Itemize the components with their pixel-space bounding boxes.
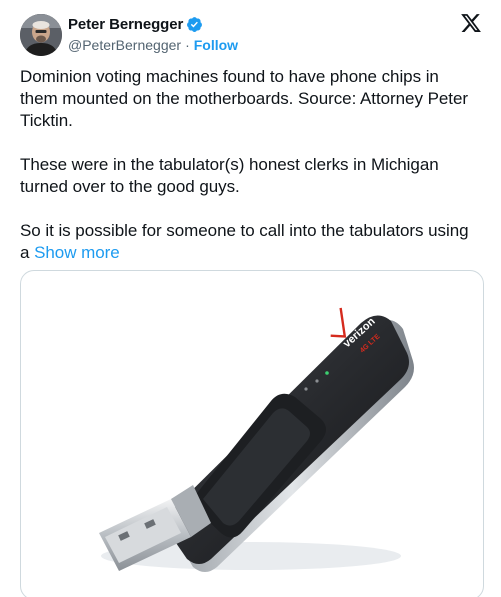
author-block: Peter Bernegger @PeterBernegger · Follow [68, 14, 238, 55]
author-handle[interactable]: @PeterBernegger [68, 37, 181, 53]
x-logo-icon[interactable] [460, 12, 482, 34]
tweet-header: Peter Bernegger @PeterBernegger · Follow [20, 12, 490, 58]
separator-dot: · [185, 37, 190, 53]
tweet-card: Peter Bernegger @PeterBernegger · Follow [0, 0, 501, 597]
tweet-media[interactable]: verizon 4G LTE [20, 270, 484, 597]
follow-button[interactable]: Follow [194, 37, 238, 53]
avatar[interactable] [20, 14, 62, 56]
author-name[interactable]: Peter Bernegger [68, 16, 183, 33]
show-more-link[interactable]: Show more [34, 243, 120, 262]
tweet-paragraph-3: So it is possible for someone to call in… [20, 220, 480, 264]
tweet-text: Dominion voting machines found to have p… [20, 66, 480, 264]
tweet-paragraph-2: These were in the tabulator(s) honest cl… [20, 155, 439, 196]
usb-modem-image: verizon 4G LTE [99, 307, 414, 572]
verified-badge-icon[interactable] [186, 16, 203, 33]
tweet-paragraph-1: Dominion voting machines found to have p… [20, 67, 468, 130]
